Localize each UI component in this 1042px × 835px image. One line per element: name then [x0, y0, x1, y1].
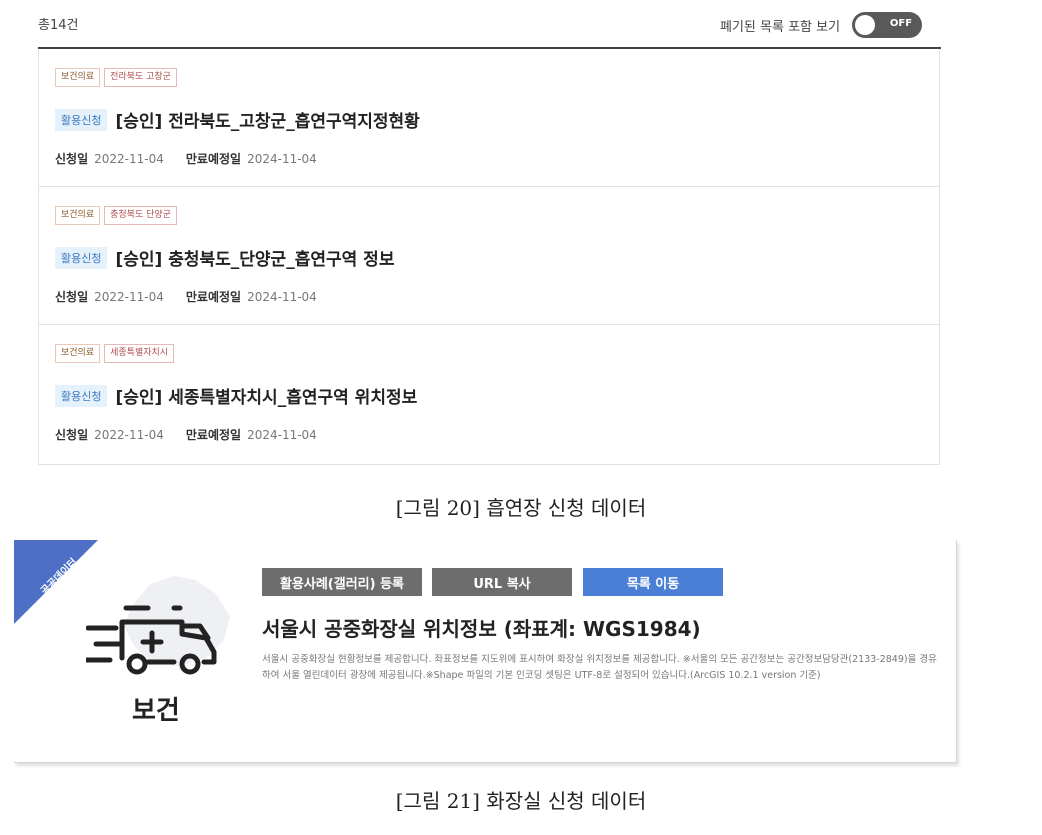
sector-tag[interactable]: 보건의료	[55, 68, 101, 87]
include-discarded-toggle[interactable]: OFF	[852, 12, 923, 38]
sector-tag[interactable]: 보건의료	[55, 206, 101, 225]
total-count: 총14건	[38, 18, 79, 33]
list-item[interactable]: 보건의료 세종특별자치시 활용신청 [승인] 세종특별자치시_흡연구역 위치정보…	[39, 325, 939, 463]
status-badge: 활용신청	[55, 384, 108, 407]
list-item[interactable]: 보건의료 충청북도 단양군 활용신청 [승인] 충청북도_단양군_흡연구역 정보…	[39, 187, 939, 325]
expire-date: 2024-11-04	[247, 289, 317, 304]
tag-group: 보건의료 세종특별자치시	[55, 344, 175, 363]
title-row: 활용신청 [승인] 충청북도_단양군_흡연구역 정보	[55, 245, 394, 270]
status-badge: 활용신청	[55, 246, 108, 269]
status-badge: 활용신청	[55, 108, 108, 131]
item-title-link[interactable]: [승인] 전라북도_고창군_흡연구역지정현황	[115, 107, 419, 132]
expire-date-label: 만료예정일	[185, 152, 242, 166]
region-tag[interactable]: 세종특별자치시	[104, 344, 175, 363]
region-tag[interactable]: 전라북도 고창군	[104, 68, 177, 87]
apply-date-label: 신청일	[55, 152, 89, 166]
date-row: 신청일 2022-11-04 만료예정일 2024-11-04	[55, 288, 333, 305]
date-row: 신청일 2022-11-04 만료예정일 2024-11-04	[55, 426, 333, 443]
ambulance-icon	[86, 605, 217, 675]
expire-date-label: 만료예정일	[185, 290, 242, 304]
dataset-title: 서울시 공중화장실 위치정보 (좌표계: WGS1984)	[262, 617, 701, 641]
item-title-link[interactable]: [승인] 세종특별자치시_흡연구역 위치정보	[115, 383, 417, 408]
expire-date: 2024-11-04	[247, 427, 317, 442]
apply-date: 2022-11-04	[94, 427, 164, 442]
toggle-state: OFF	[889, 18, 913, 29]
date-row: 신청일 2022-11-04 만료예정일 2024-11-04	[55, 150, 333, 167]
category-label: 보건	[132, 696, 180, 726]
title-row: 활용신청 [승인] 전라북도_고창군_흡연구역지정현황	[55, 107, 420, 132]
list-move-button[interactable]: 목록 이동	[583, 568, 723, 596]
application-list: 보건의료 전라북도 고창군 활용신청 [승인] 전라북도_고창군_흡연구역지정현…	[38, 49, 940, 465]
expire-date-label: 만료예정일	[185, 428, 242, 442]
tag-group: 보건의료 충청북도 단양군	[55, 206, 177, 225]
figure-caption-21: [그림 21] 화장실 신청 데이터	[395, 789, 647, 813]
figure-caption-20: [그림 20] 흡연장 신청 데이터	[395, 496, 647, 520]
apply-date: 2022-11-04	[94, 151, 164, 166]
list-item[interactable]: 보건의료 전라북도 고창군 활용신청 [승인] 전라북도_고창군_흡연구역지정현…	[39, 49, 939, 187]
title-row: 활용신청 [승인] 세종특별자치시_흡연구역 위치정보	[55, 383, 417, 408]
toggle-knob	[855, 15, 876, 35]
expire-date: 2024-11-04	[247, 151, 317, 166]
dataset-description: 서울시 공중화장실 현황정보를 제공합니다. 좌표정보를 지도위에 표시하여 화…	[262, 654, 937, 681]
apply-date-label: 신청일	[55, 290, 89, 304]
dataset-card: 공공데이터 보건 활용사례(갤러리) 등록 URL 복사 목록 이동 서울시 공…	[14, 540, 957, 763]
item-title-link[interactable]: [승인] 충청북도_단양군_흡연구역 정보	[115, 245, 394, 270]
apply-date-label: 신청일	[55, 428, 89, 442]
toggle-label: 폐기된 목록 포함 보기	[720, 19, 841, 35]
tag-group: 보건의료 전라북도 고창군	[55, 68, 177, 87]
apply-date: 2022-11-04	[94, 289, 164, 304]
region-tag[interactable]: 충청북도 단양군	[104, 206, 177, 225]
include-discarded-toggle-group: 폐기된 목록 포함 보기 OFF	[720, 12, 923, 38]
sector-tag[interactable]: 보건의료	[55, 344, 101, 363]
url-copy-button[interactable]: URL 복사	[432, 568, 572, 596]
gallery-register-button[interactable]: 활용사례(갤러리) 등록	[262, 568, 422, 596]
